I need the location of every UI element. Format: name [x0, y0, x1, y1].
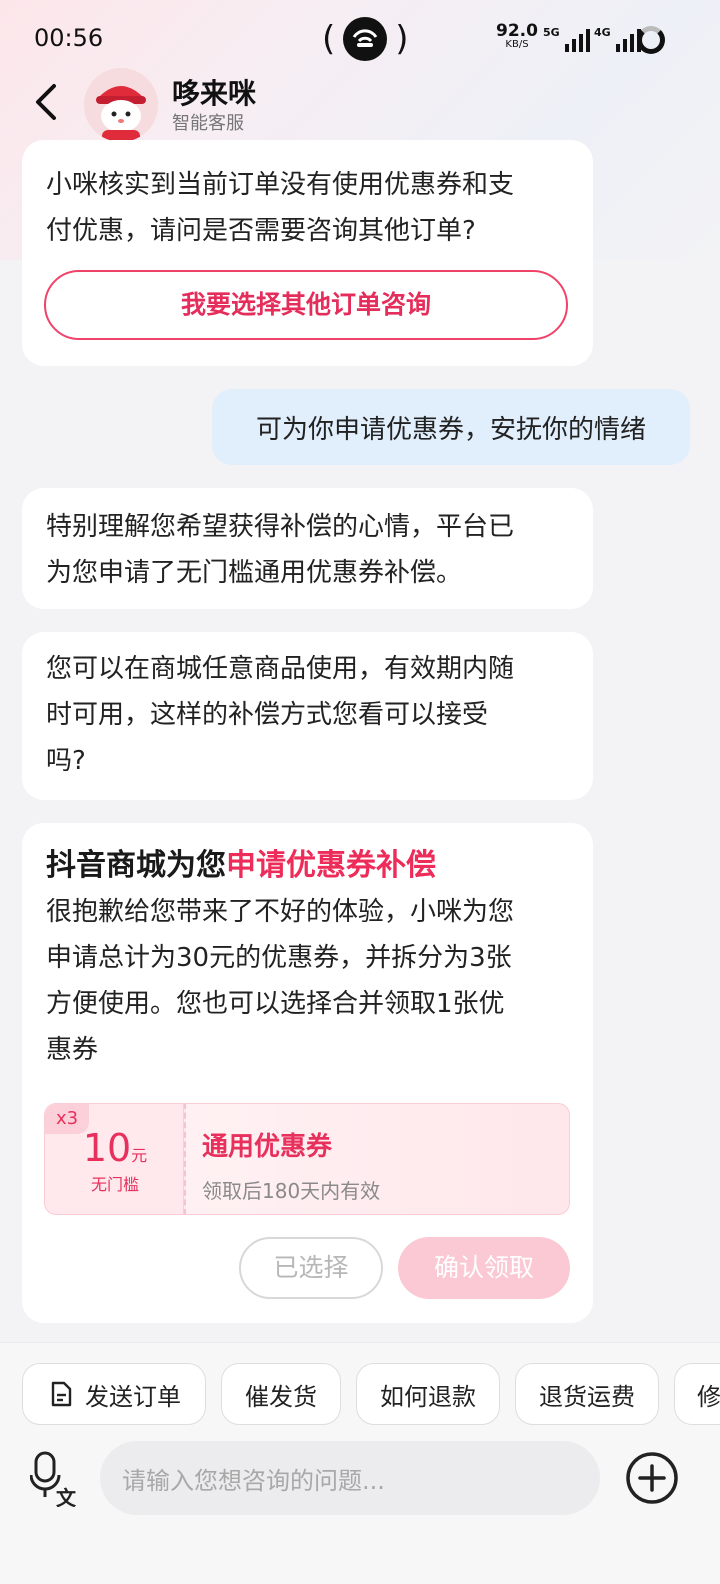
coupon-info-panel: 通用优惠券 领取后180天内有效 — [184, 1103, 570, 1215]
coupon-card-title-highlight: 申请优惠券补偿 — [226, 848, 436, 883]
quick-action-label: 修 — [697, 1382, 720, 1411]
bot-message-1-line-1: 小咪核实到当前订单没有使用优惠券和支 — [46, 170, 515, 200]
message-input[interactable]: 请输入您想咨询的问题... — [100, 1441, 600, 1515]
sim2-label: 4G — [594, 26, 611, 39]
bot-message-3-line-1: 您可以在商城任意商品使用，有效期内随 — [46, 654, 515, 684]
bot-message-2: 特别理解您希望获得补偿的心情，平台已 为您申请了无门槛通用优惠券补偿。 — [22, 488, 593, 609]
signal-4g-icon: 4G — [594, 26, 641, 52]
coupon-card-body-line-3: 方便使用。您也可以选择合并领取1张优 — [46, 989, 505, 1019]
hotspot-icon — [343, 17, 388, 61]
paren-right-icon: ) — [395, 19, 409, 59]
bot-message-2-line-2: 为您申请了无门槛通用优惠券补偿。 — [46, 558, 463, 588]
bot-message-2-line-1: 特别理解您希望获得补偿的心情，平台已 — [46, 512, 515, 542]
quick-action-label: 退货运费 — [539, 1382, 635, 1411]
paren-left-icon: ( — [322, 19, 336, 59]
coupon-unit: 元 — [131, 1146, 148, 1165]
coupon-value-panel: x3 10元 无门槛 — [44, 1103, 184, 1215]
bot-message-1: 小咪核实到当前订单没有使用优惠券和支 付优惠，请问是否需要咨询其他订单? 我要选… — [22, 140, 593, 366]
agent-subtitle: 智能客服 — [172, 113, 244, 134]
chat-header: 哆来咪 智能客服 — [0, 66, 720, 146]
coupon-amount-row: 10元 — [45, 1126, 185, 1178]
quick-action-how-refund[interactable]: 如何退款 — [356, 1363, 500, 1425]
back-icon[interactable] — [30, 82, 64, 122]
coupon-card-title: 抖音商城为您申请优惠券补偿 — [46, 843, 569, 889]
status-time: 00:56 — [34, 24, 104, 52]
quick-action-label: 催发货 — [245, 1382, 317, 1411]
coupon-name: 通用优惠券 — [202, 1132, 333, 1162]
agent-name: 哆来咪 — [172, 77, 257, 110]
bot-message-3-line-3: 吗? — [46, 746, 86, 776]
avatar[interactable] — [84, 68, 158, 142]
signal-5g-icon: 5G — [543, 26, 590, 52]
confirm-claim-button[interactable]: 确认领取 — [398, 1237, 570, 1299]
quick-action-label: 如何退款 — [380, 1382, 476, 1411]
coupon-validity: 领取后180天内有效 — [202, 1179, 381, 1203]
bot-message-1-line-2: 付优惠，请问是否需要咨询其他订单? — [46, 216, 476, 246]
message-input-placeholder: 请输入您想咨询的问题... — [122, 1466, 385, 1495]
battery-icon — [637, 26, 665, 54]
quick-action-return-shipping[interactable]: 退货运费 — [515, 1363, 659, 1425]
coupon-card-body-line-4: 惠券 — [46, 1035, 99, 1065]
bottom-panel: 发送订单 催发货 如何退款 退货运费 修 文 请输入您想咨询的问题... — [0, 1342, 720, 1584]
select-other-order-button[interactable]: 我要选择其他订单咨询 — [44, 270, 568, 340]
sim1-label: 5G — [543, 26, 560, 39]
quick-action-send-order[interactable]: 发送订单 — [22, 1363, 206, 1425]
quick-action-label: 发送订单 — [85, 1382, 181, 1411]
net-speed: 92.0 KB/S — [496, 23, 538, 52]
bot-message-3-line-2: 时可用，这样的补偿方式您看可以接受 — [46, 700, 489, 730]
coupon-amount: 10 — [82, 1126, 132, 1170]
coupon-card-title-prefix: 抖音商城为您 — [46, 848, 226, 883]
coupon-card: 抖音商城为您申请优惠券补偿 很抱歉给您带来了不好的体验，小咪为您 申请总计为30… — [22, 823, 593, 1323]
selected-button[interactable]: 已选择 — [239, 1237, 383, 1299]
coupon-condition: 无门槛 — [90, 1175, 139, 1194]
quick-action-more[interactable]: 修 — [674, 1363, 720, 1425]
coupon-card-body-line-2: 申请总计为30元的优惠券，并拆分为3张 — [46, 943, 512, 973]
add-icon[interactable] — [625, 1451, 679, 1505]
dynamic-island: ( ) — [322, 16, 409, 62]
bot-message-3: 您可以在商城任意商品使用，有效期内随 时可用，这样的补偿方式您看可以接受 吗? — [22, 632, 593, 800]
user-message: 可为你申请优惠券，安抚你的情绪 — [212, 389, 690, 465]
quick-action-urge-shipping[interactable]: 催发货 — [221, 1363, 341, 1425]
svg-text:文: 文 — [56, 1486, 77, 1507]
document-icon — [47, 1380, 75, 1408]
voice-to-text-icon[interactable]: 文 — [29, 1451, 78, 1510]
coupon-ticket[interactable]: x3 10元 无门槛 通用优惠券 领取后180天内有效 — [44, 1103, 570, 1215]
coupon-card-body-line-1: 很抱歉给您带来了不好的体验，小咪为您 — [46, 897, 515, 927]
